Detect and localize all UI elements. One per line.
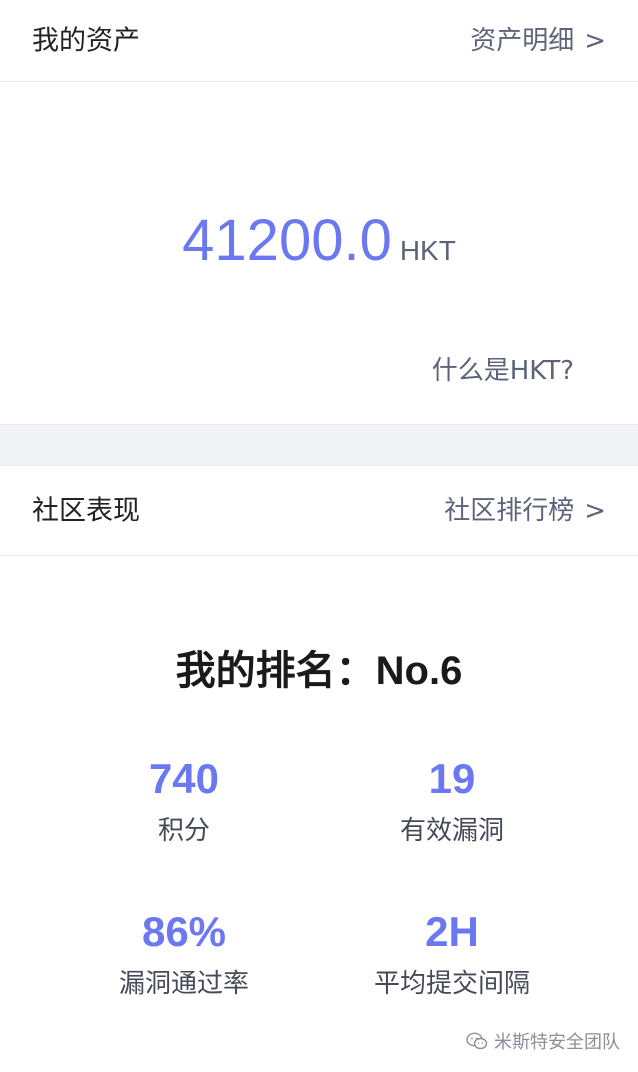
stat-valid-vulnerabilities: 19 有效漏洞 bbox=[302, 755, 602, 846]
stat-label: 平均提交间隔 bbox=[373, 969, 530, 999]
watermark: 米斯特安全团队 bbox=[466, 1028, 620, 1054]
assets-title: 我的资产 bbox=[32, 25, 140, 56]
stat-value: 86% bbox=[141, 908, 227, 955]
balance-panel: 41200.0 HKT 什么是HKT? bbox=[0, 82, 638, 424]
wechat-icon bbox=[466, 1032, 488, 1050]
my-rank: 我的排名：No.6 bbox=[0, 638, 638, 696]
stat-label: 积分 bbox=[157, 816, 210, 846]
balance-unit: HKT bbox=[399, 235, 456, 266]
community-ranking-link[interactable]: 社区排行榜 > bbox=[444, 498, 606, 524]
balance-value: 41200.0 bbox=[182, 208, 392, 273]
rank-label: 我的排名： bbox=[175, 648, 376, 694]
stat-value: 2H bbox=[425, 908, 479, 955]
community-title: 社区表现 bbox=[32, 495, 140, 526]
chevron-right-icon: > bbox=[584, 25, 606, 56]
community-header: 社区表现 社区排行榜 > bbox=[0, 466, 638, 556]
rank-value: No.6 bbox=[375, 649, 463, 693]
stat-points: 740 积分 bbox=[34, 755, 334, 846]
stat-avg-interval: 2H 平均提交间隔 bbox=[302, 908, 602, 999]
balance-display: 41200.0 HKT bbox=[0, 207, 638, 274]
stat-label: 有效漏洞 bbox=[399, 816, 504, 846]
asset-details-label: 资产明细 bbox=[470, 25, 575, 56]
community-ranking-label: 社区排行榜 bbox=[444, 495, 575, 526]
section-divider bbox=[0, 424, 638, 466]
stat-value: 740 bbox=[148, 755, 220, 802]
asset-details-link[interactable]: 资产明细 > bbox=[470, 28, 606, 54]
chevron-right-icon: > bbox=[584, 495, 606, 526]
stat-pass-rate: 86% 漏洞通过率 bbox=[34, 908, 334, 999]
what-is-hkt-link[interactable]: 什么是HKT? bbox=[432, 350, 574, 387]
watermark-text: 米斯特安全团队 bbox=[494, 1032, 620, 1053]
stat-label: 漏洞通过率 bbox=[118, 969, 249, 999]
stat-value: 19 bbox=[428, 755, 476, 802]
assets-header: 我的资产 资产明细 > bbox=[0, 0, 638, 82]
